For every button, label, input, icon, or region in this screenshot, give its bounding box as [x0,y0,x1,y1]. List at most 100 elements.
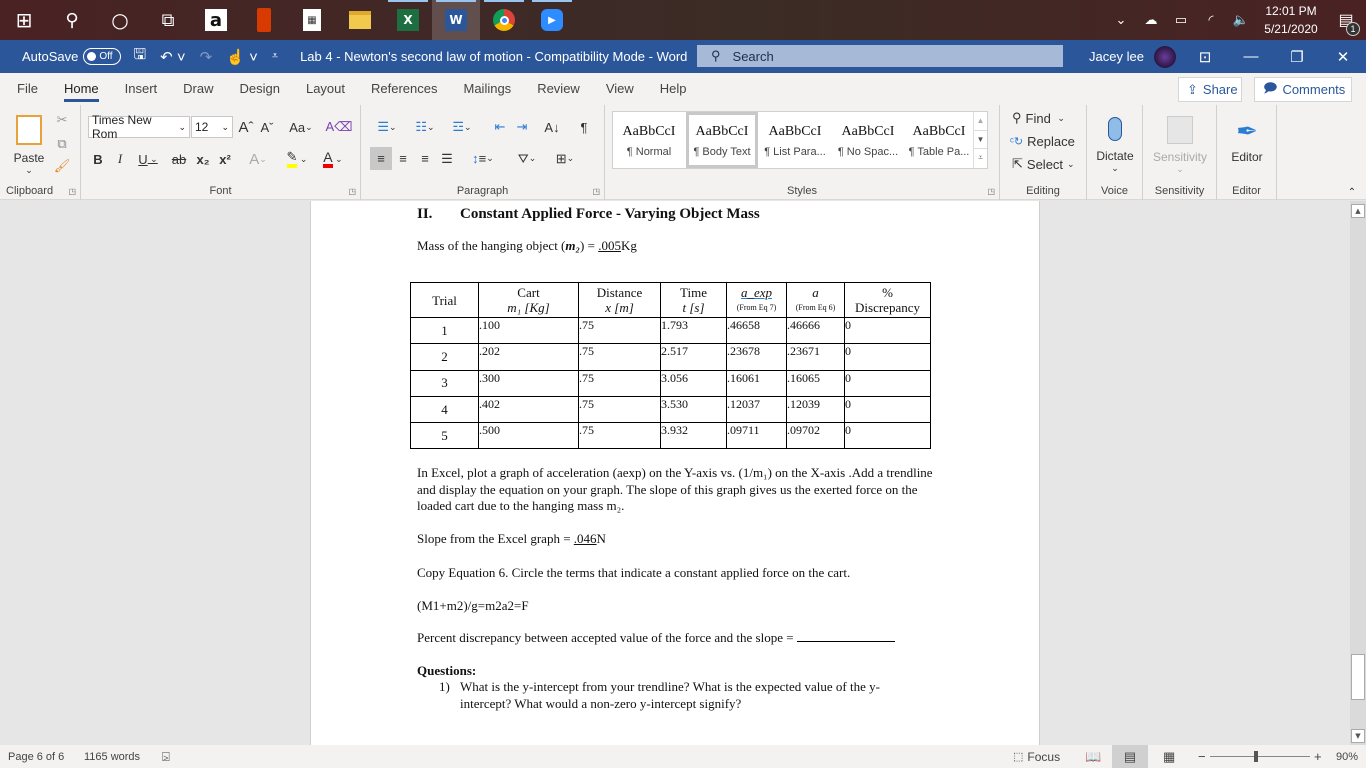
increase-indent-button[interactable]: ⇥ [511,116,533,138]
save-icon[interactable]: 🖫 [133,44,146,69]
select-button[interactable]: ⇱ Select ⌄ [1012,155,1075,173]
cortana-button[interactable]: ○ [96,0,144,40]
styles-launcher-icon[interactable]: ◳ [987,187,995,196]
cell-a-exp[interactable]: .09711 [726,422,787,450]
cell-distance[interactable]: .75 [578,369,661,397]
cell-cart-mass[interactable]: .402 [478,395,579,424]
taskbar-word[interactable]: W [432,0,480,40]
copy-button[interactable]: ⧉ [52,135,72,153]
style-normal[interactable]: AaBbCcI ¶ Normal [613,112,685,168]
cell-trial[interactable]: 2 [410,343,479,371]
cell-a-exp[interactable]: .23678 [726,343,787,371]
shrink-font-button[interactable]: Aˇ [257,116,277,138]
numbering-button[interactable]: ☷ ⌄ [409,116,441,138]
cell-discrepancy[interactable]: 0 [844,395,931,424]
zoom-slider-thumb[interactable] [1254,751,1258,762]
sensitivity-button[interactable]: Sensitivity ⌄ [1145,110,1215,180]
search-box[interactable]: ⚲ Search [697,45,1063,67]
gallery-more-icon[interactable]: ⩡ [974,148,987,166]
cell-cart-mass[interactable]: .100 [478,316,579,345]
cell-distance[interactable]: .75 [578,395,661,424]
gallery-down-icon[interactable]: ▼ [974,130,987,148]
scrollbar-thumb[interactable] [1351,654,1365,700]
tab-review[interactable]: Review [524,73,593,105]
cell-cart-mass[interactable]: .202 [478,343,579,371]
align-center-button[interactable]: ≡ [392,147,414,170]
word-count[interactable]: 1165 words [84,745,140,768]
highlight-color-button[interactable]: ✎ ⌄ [281,148,313,170]
tab-home[interactable]: Home [51,73,112,105]
sort-button[interactable]: A↓ [541,116,563,138]
undo-icon[interactable]: ↶ ˅ [160,48,186,66]
volume-icon[interactable]: 🔈 [1226,12,1256,28]
cell-distance[interactable]: .75 [578,422,661,450]
font-launcher-icon[interactable]: ◳ [348,187,356,196]
taskbar-search-button[interactable]: ⚲ [48,0,96,40]
minimize-button[interactable]: — [1228,40,1274,73]
scroll-down-button[interactable]: ▼ [1351,729,1365,743]
web-layout-button[interactable]: ▦ [1163,745,1175,768]
cell-time[interactable]: 3.932 [660,422,727,450]
proofing-icon[interactable]: ⍄ [162,745,170,768]
cell-discrepancy[interactable]: 0 [844,316,931,345]
customize-qat-icon[interactable]: ⩡ [272,50,278,63]
align-left-button[interactable]: ≡ [370,147,392,170]
replace-button[interactable]: ᶜ↻ Replace [1010,132,1075,150]
style-body-text[interactable]: AaBbCcI ¶ Body Text [686,112,758,168]
restore-button[interactable]: ❐ [1274,40,1320,73]
paragraph-launcher-icon[interactable]: ◳ [592,187,600,196]
cell-a-exp[interactable]: .16061 [726,369,787,397]
onedrive-cloud-icon[interactable]: ☁ [1136,12,1166,28]
taskbar-office[interactable] [240,0,288,40]
dictate-button[interactable]: Dictate ⌄ [1091,110,1139,180]
zoom-level[interactable]: 90% [1336,745,1358,768]
font-size-combo[interactable]: 12 ⌄ [191,116,233,138]
clear-formatting-button[interactable]: A⌫ [325,116,352,138]
autosave-control[interactable]: AutoSave Off [22,48,122,65]
collapse-ribbon-button[interactable]: ⌃ [1344,185,1360,199]
style-list-paragraph[interactable]: AaBbCcI ¶ List Para... [759,112,831,168]
taskbar-excel[interactable]: X [384,0,432,40]
cell-a-theory[interactable]: .46666 [786,316,845,345]
tab-insert[interactable]: Insert [112,73,171,105]
action-center-button[interactable]: ▤ 1 [1326,10,1366,36]
cell-a-theory[interactable]: .16065 [786,369,845,397]
scroll-up-button[interactable]: ▲ [1351,204,1365,218]
show-formatting-button[interactable]: ¶ [573,116,595,138]
autosave-toggle[interactable]: Off [83,48,122,65]
taskbar-file-explorer[interactable] [336,0,384,40]
superscript-button[interactable]: x² [215,148,235,170]
strikethrough-button[interactable]: ab [169,148,189,170]
taskbar-zoom[interactable]: ▶ [528,0,576,40]
start-button[interactable]: ⊞ [0,0,48,40]
text-effects-button[interactable]: A ⌄ [243,148,273,170]
cell-distance[interactable]: .75 [578,316,661,345]
tab-file[interactable]: File [4,73,51,105]
italic-button[interactable]: I [111,148,129,170]
cut-button[interactable]: ✂ [52,111,72,129]
show-hidden-icons-chevron-icon[interactable]: ⌄ [1106,12,1136,28]
cell-cart-mass[interactable]: .500 [478,422,579,450]
align-right-button[interactable]: ≡ [414,147,436,170]
wifi-icon[interactable]: ◜ [1196,12,1226,28]
tab-draw[interactable]: Draw [170,73,226,105]
font-color-button[interactable]: A ⌄ [317,148,349,170]
vertical-scrollbar[interactable]: ▲ ▼ [1350,201,1366,745]
cell-trial[interactable]: 4 [410,395,479,424]
bold-button[interactable]: B [89,148,107,170]
tab-help[interactable]: Help [647,73,700,105]
find-button[interactable]: ⚲ Find ⌄ [1012,109,1065,127]
page-count[interactable]: Page 6 of 6 [8,745,64,768]
cell-trial[interactable]: 5 [410,422,479,450]
document-page[interactable]: II. Constant Applied Force - Varying Obje… [310,201,1040,745]
paste-button[interactable]: Paste ⌄ [8,110,50,180]
tab-references[interactable]: References [358,73,450,105]
cell-discrepancy[interactable]: 0 [844,422,931,450]
borders-button[interactable]: ⊞ ⌄ [549,147,581,170]
cell-a-theory[interactable]: .09702 [786,422,845,450]
taskbar-chrome[interactable] [480,0,528,40]
taskbar-calculator[interactable]: ▦ [288,0,336,40]
bullets-button[interactable]: ☰ ⌄ [371,116,403,138]
ribbon-display-options-button[interactable]: ⊡ [1182,40,1228,73]
comments-button[interactable]: 🗩 Comments [1254,77,1352,102]
